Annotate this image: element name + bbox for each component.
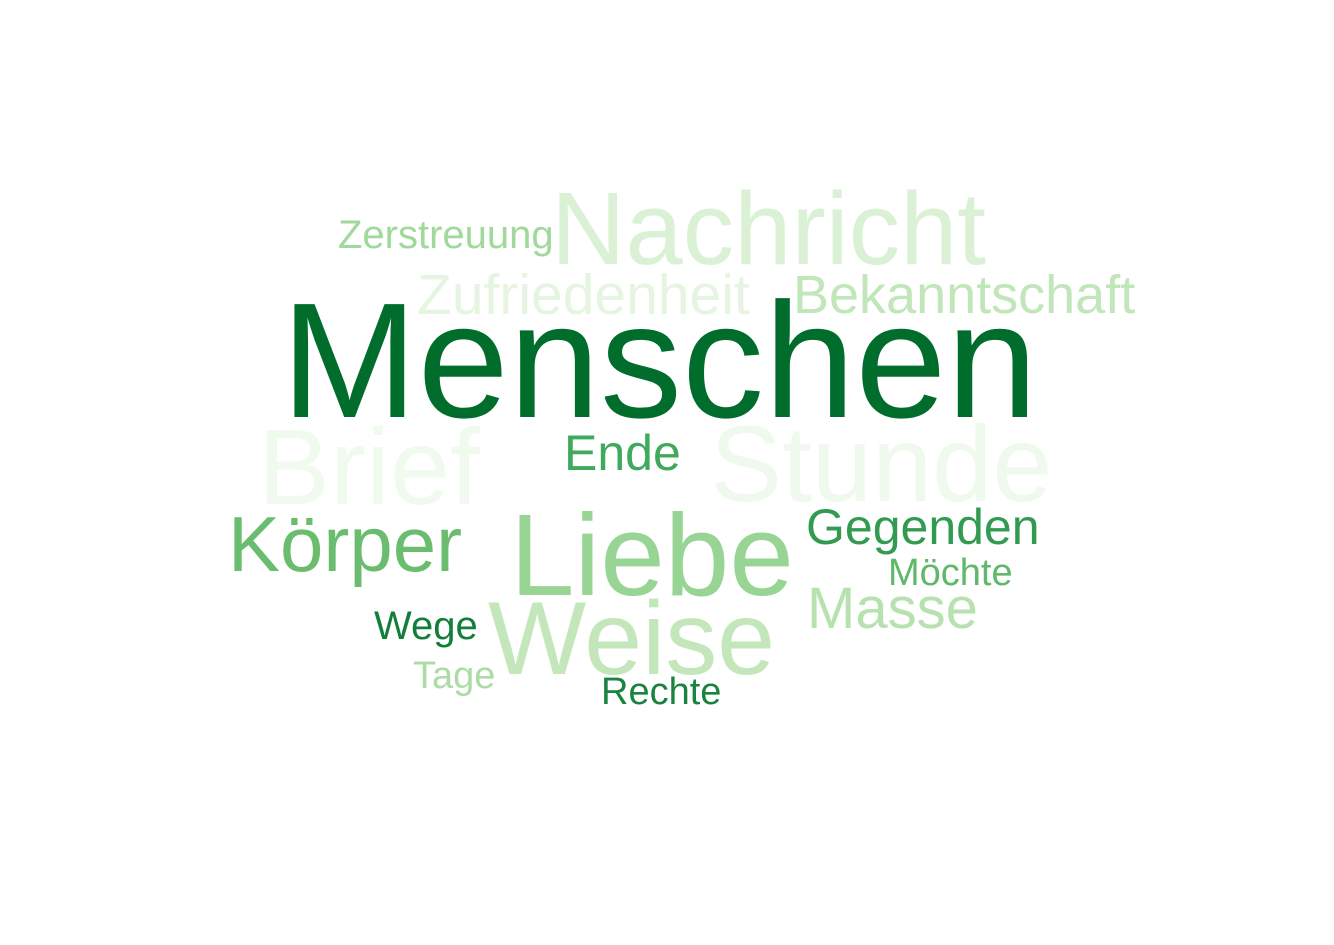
word-rechte: Rechte	[601, 671, 722, 713]
word-gegenden: Gegenden	[806, 499, 1040, 555]
word-koerper: Körper	[228, 500, 463, 588]
word-menschen: Menschen	[281, 269, 1038, 452]
word-tage: Tage	[413, 655, 496, 697]
word-masse: Masse	[807, 576, 978, 641]
word-cloud: Brief Stunde Nachricht Zufriedenheit Bek…	[0, 0, 1334, 945]
word-ende: Ende	[564, 425, 681, 481]
word-wege: Wege	[374, 604, 478, 648]
word-zerstreuung: Zerstreuung	[338, 213, 554, 257]
